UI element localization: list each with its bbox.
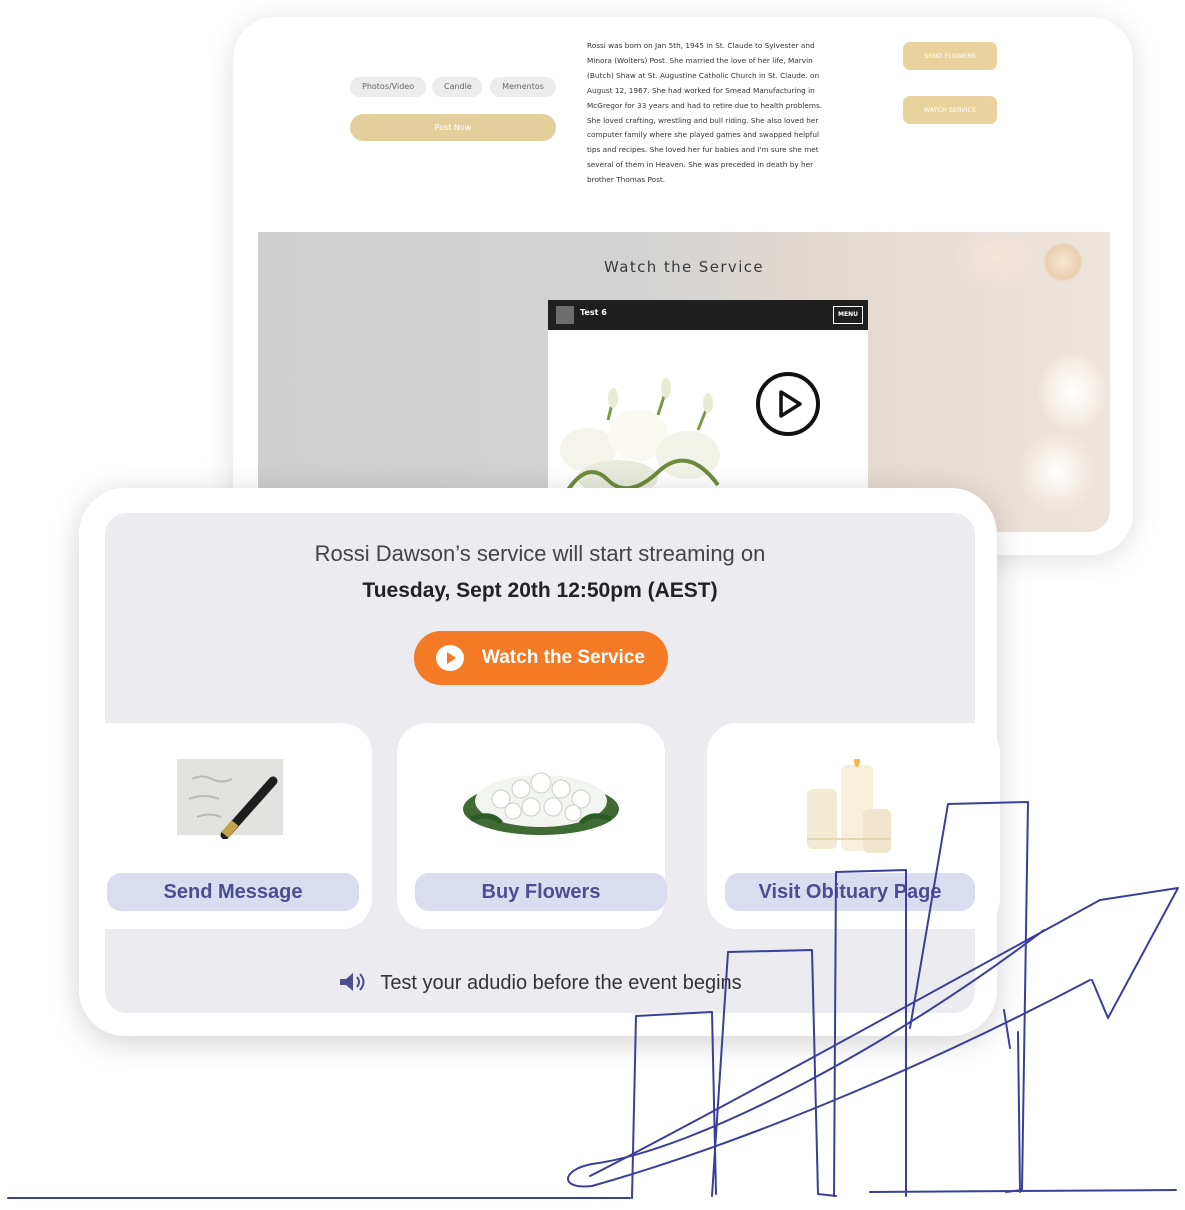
watch-service-button[interactable]: Watch the Service xyxy=(414,631,668,685)
video-title: Test 6 xyxy=(580,308,607,317)
obituary-page-card: Photos/Video Candle Mementos Post Now Ro… xyxy=(233,17,1133,555)
visit-obituary-button[interactable]: Visit Obituary Page xyxy=(725,873,975,911)
lily-flowers-image xyxy=(560,378,720,496)
buy-flowers-button[interactable]: Buy Flowers xyxy=(415,873,667,911)
watch-service-label: Watch the Service xyxy=(482,647,645,668)
visit-obituary-card[interactable]: Visit Obituary Page xyxy=(707,723,1000,929)
speaker-icon xyxy=(340,973,365,991)
stream-announcement: Rossi Dawson’s service will start stream… xyxy=(314,541,766,566)
watch-service-heading: Watch the Service xyxy=(603,258,765,276)
video-top-bar: Test 6 MENU xyxy=(548,300,868,330)
watch-service-section: Watch the Service Test 6 MENU xyxy=(258,232,1110,532)
candles-image xyxy=(807,759,891,853)
tab-photos-video[interactable]: Photos/Video xyxy=(350,77,426,97)
video-player[interactable]: Test 6 MENU xyxy=(548,300,868,500)
stream-datetime: Tuesday, Sept 20th 12:50pm (AEST) xyxy=(362,579,718,602)
tab-mementos[interactable]: Mementos xyxy=(490,77,556,97)
play-icon xyxy=(436,645,464,671)
post-now-button[interactable]: Post Now xyxy=(350,114,556,141)
send-message-button[interactable]: Send Message xyxy=(107,873,359,911)
flower-decoration xyxy=(1018,432,1098,512)
send-flowers-button[interactable]: SEND FLOWERS xyxy=(903,42,997,70)
tab-candle[interactable]: Candle xyxy=(432,77,482,97)
pen-paper-image xyxy=(177,759,283,839)
streaming-widget-card: Rossi Dawson’s service will start stream… xyxy=(79,488,1000,1036)
avatar xyxy=(556,306,574,324)
flower-decoration xyxy=(1038,352,1108,432)
video-menu-button[interactable]: MENU xyxy=(833,306,863,324)
buy-flowers-card[interactable]: Buy Flowers xyxy=(397,723,667,929)
obituary-bio: Rossi was born on Jan 5th, 1945 in St. C… xyxy=(587,41,823,185)
watch-service-small-button[interactable]: WATCH SERVICE xyxy=(903,96,997,124)
flower-arrangement-image xyxy=(463,772,619,835)
send-message-card[interactable]: Send Message xyxy=(79,723,372,929)
audio-test-text: Test your adudio before the event begins xyxy=(380,972,742,994)
audio-test-row[interactable]: Test your adudio before the event begins xyxy=(105,971,975,995)
streaming-widget-panel: Rossi Dawson’s service will start stream… xyxy=(79,513,1000,1013)
play-button-icon[interactable] xyxy=(756,372,820,436)
